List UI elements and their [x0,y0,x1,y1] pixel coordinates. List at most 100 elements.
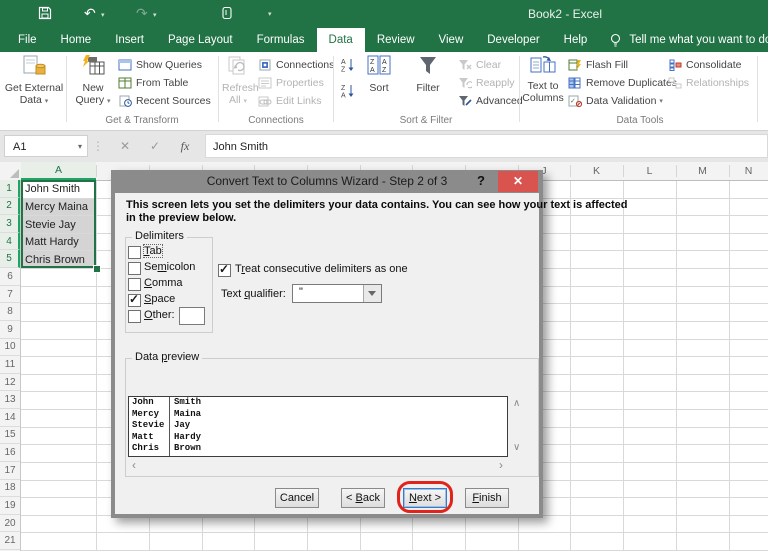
column-header-m[interactable]: M [676,162,729,179]
row-header-4[interactable]: 4 [0,232,20,251]
column-header-a[interactable]: A [21,162,96,180]
tab-data[interactable]: Data [316,28,365,52]
row-header-8[interactable]: 8 [0,303,20,321]
semicolon-checkbox-label[interactable]: Semicolon [144,261,195,273]
row-header-14[interactable]: 14 [0,409,20,427]
reapply-filter-button[interactable]: Reapply [458,75,515,91]
tab-insert[interactable]: Insert [103,28,156,52]
column-header-l[interactable]: L [623,162,676,179]
column-header-k[interactable]: K [570,162,623,179]
tab-view[interactable]: View [427,28,476,52]
other-checkbox-label[interactable]: Other: [144,309,175,321]
dropdown-arrow-icon[interactable] [363,285,381,302]
remove-duplicates-button[interactable]: Remove Duplicates [568,75,677,91]
row-header-7[interactable]: 7 [0,286,20,304]
recent-sources-button[interactable]: Recent Sources [118,93,211,109]
text-qualifier-dropdown[interactable]: " [292,284,382,303]
cancel-button[interactable]: Cancel [275,488,319,508]
tab-home[interactable]: Home [49,28,104,52]
customize-qat-icon[interactable]: ▾ [268,10,272,18]
undo-dropdown-icon[interactable]: ▾ [101,11,105,19]
relationships-button[interactable]: Relationships [668,75,749,91]
tab-page-layout[interactable]: Page Layout [156,28,245,52]
row-header-5[interactable]: 5 [0,250,20,269]
consolidate-button[interactable]: Consolidate [668,57,741,73]
sort-descending-button[interactable]: ZA [340,84,356,100]
row-header-12[interactable]: 12 [0,374,20,392]
tab-checkbox[interactable] [128,246,141,259]
connections-button[interactable]: Connections [258,57,334,73]
tell-me-box[interactable]: Tell me what you want to do [609,28,768,52]
other-checkbox[interactable] [128,310,141,323]
tab-checkbox-label[interactable]: Tab [143,244,163,258]
row-header-19[interactable]: 19 [0,497,20,515]
finish-button[interactable]: Finish [465,488,509,508]
row-header-1[interactable]: 1 [0,180,20,198]
data-validation-button[interactable]: ✓ Data Validation ▾ [568,93,663,109]
tab-formulas[interactable]: Formulas [245,28,317,52]
cell-a3[interactable]: Stevie Jay [23,216,96,233]
cell-a4[interactable]: Matt Hardy [23,233,96,251]
space-checkbox-label[interactable]: Space [144,293,175,305]
flash-fill-button[interactable]: Flash Fill [568,57,628,73]
enter-entry-icon[interactable]: ✓ [142,135,168,157]
row-header-17[interactable]: 17 [0,462,20,480]
row-header-9[interactable]: 9 [0,321,20,339]
show-queries-button[interactable]: Show Queries [118,57,202,73]
select-all-button[interactable] [0,162,22,180]
treat-consecutive-checkbox[interactable] [218,262,231,277]
name-box[interactable]: A1 ▾ [4,135,88,157]
edit-links-button[interactable]: Edit Links [258,93,322,109]
from-table-button[interactable]: From Table [118,75,188,91]
scroll-right-icon[interactable]: › [499,459,503,471]
row-header-18[interactable]: 18 [0,480,20,498]
row-header-15[interactable]: 15 [0,427,20,445]
comma-checkbox-label[interactable]: Comma [144,277,183,289]
name-box-dropdown-icon[interactable]: ▾ [78,136,82,158]
get-external-data-button[interactable]: Get External Data ▾ [4,54,64,107]
sort-ascending-button[interactable]: AZ [340,58,356,74]
row-header-2[interactable]: 2 [0,197,20,216]
fill-handle[interactable] [93,265,101,273]
dialog-help-button[interactable]: ? [471,170,491,192]
refresh-all-button[interactable]: Refresh All ▾ [222,54,259,107]
row-header-20[interactable]: 20 [0,515,20,533]
row-header-10[interactable]: 10 [0,339,20,357]
filter-button[interactable]: Filter [404,54,452,95]
save-icon[interactable] [38,6,52,24]
tab-help[interactable]: Help [552,28,600,52]
back-button[interactable]: < Back [341,488,385,508]
row-header-6[interactable]: 6 [0,268,20,286]
row-header-21[interactable]: 21 [0,532,20,550]
row-header-16[interactable]: 16 [0,444,20,462]
row-header-3[interactable]: 3 [0,215,20,233]
row-header-11[interactable]: 11 [0,356,20,374]
other-delimiter-input[interactable] [179,307,205,325]
scroll-down-icon[interactable]: ∨ [513,443,520,453]
undo-icon[interactable]: ↶ [84,4,96,22]
next-button[interactable]: Next > [403,488,447,508]
tab-file[interactable]: File [6,28,49,52]
touch-mode-icon[interactable] [220,6,234,24]
row-header-13[interactable]: 13 [0,391,20,410]
clear-filter-button[interactable]: Clear [458,57,501,73]
cell-a5[interactable]: Chris Brown [23,251,96,269]
cell-a1[interactable]: John Smith [23,181,96,198]
space-checkbox[interactable] [128,292,141,307]
comma-checkbox[interactable] [128,278,141,291]
formula-input[interactable]: John Smith [205,134,768,158]
advanced-filter-button[interactable]: Advanced [458,93,523,109]
semicolon-checkbox[interactable] [128,262,141,275]
new-query-button[interactable]: New Query ▾ [72,54,114,107]
cancel-entry-icon[interactable]: ✕ [112,135,138,157]
redo-dropdown-icon[interactable]: ▾ [153,11,157,19]
dialog-close-button[interactable]: ✕ [498,171,538,192]
insert-function-icon[interactable]: fx [172,135,198,157]
cell-a2[interactable]: Mercy Maina [23,198,96,216]
properties-button[interactable]: Properties [258,75,324,91]
redo-icon[interactable]: ↷ [136,4,148,22]
sort-button[interactable]: ZAAZ Sort [360,54,398,95]
scroll-up-icon[interactable]: ∧ [513,399,520,409]
tab-review[interactable]: Review [365,28,427,52]
scroll-left-icon[interactable]: ‹ [132,459,136,471]
